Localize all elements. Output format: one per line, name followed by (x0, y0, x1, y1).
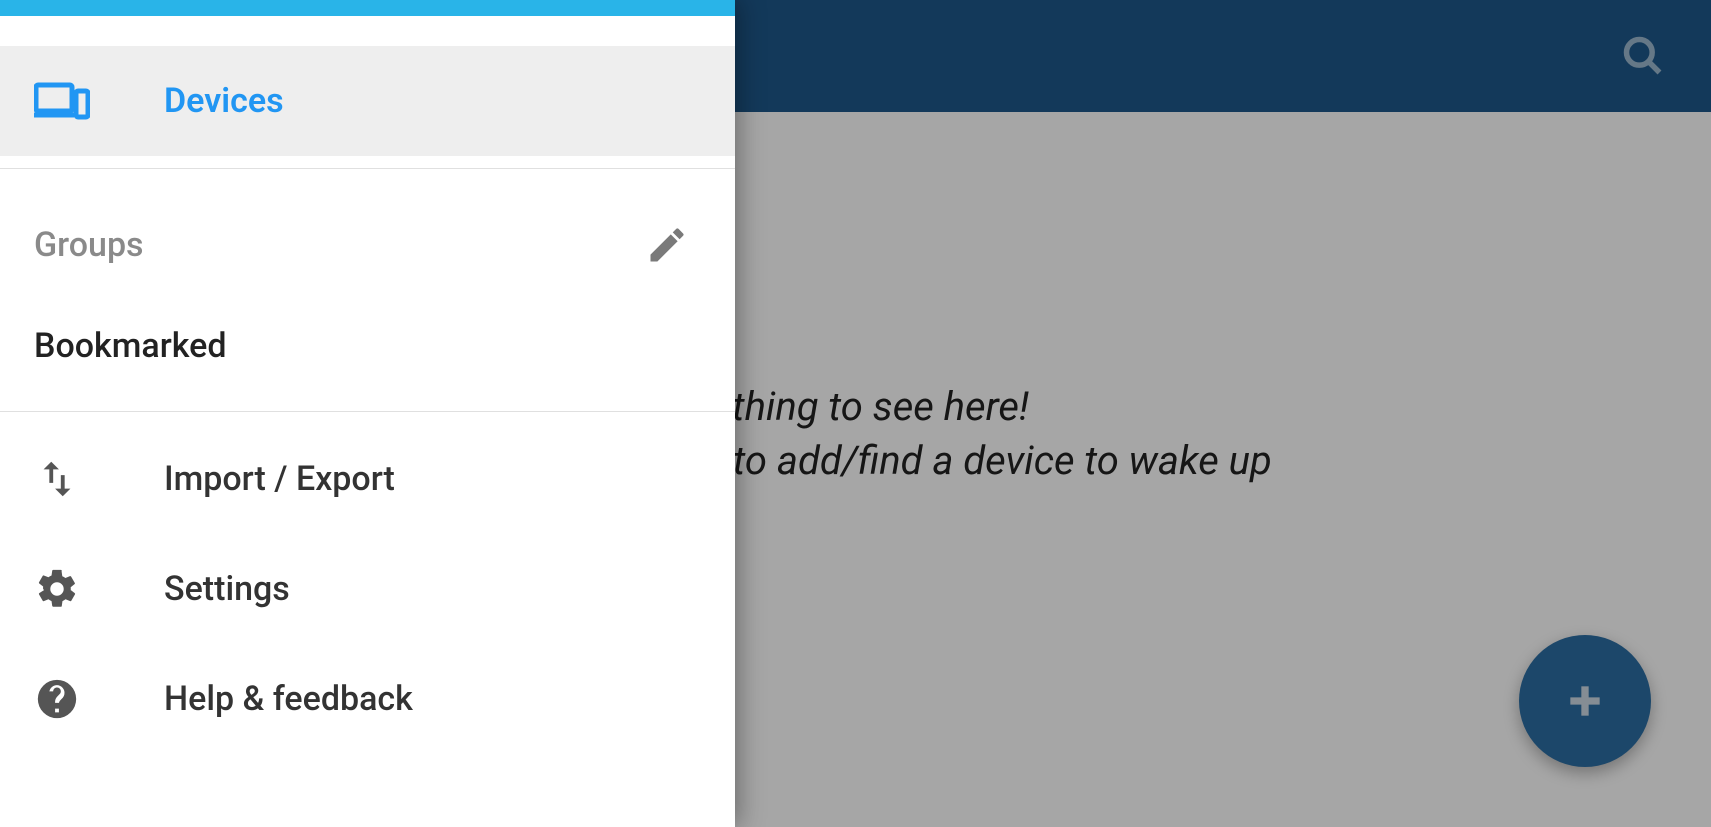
gear-icon (34, 566, 94, 612)
nav-item-settings-label: Settings (164, 569, 290, 609)
pencil-icon (645, 223, 689, 267)
devices-icon (34, 77, 94, 125)
group-item-bookmarked-label: Bookmarked (34, 326, 227, 366)
import-export-icon (34, 456, 94, 502)
nav-item-help-feedback[interactable]: Help & feedback (0, 644, 735, 754)
nav-item-import-export[interactable]: Import / Export (0, 424, 735, 534)
nav-item-settings[interactable]: Settings (0, 534, 735, 644)
nav-item-import-export-label: Import / Export (164, 459, 395, 499)
groups-section-title: Groups (34, 225, 144, 265)
app-root: Nothing to see here! Use the + button to… (0, 0, 1711, 827)
divider (0, 168, 735, 169)
group-item-bookmarked[interactable]: Bookmarked (0, 293, 735, 399)
edit-groups-button[interactable] (639, 217, 695, 273)
divider (0, 411, 735, 412)
help-icon (34, 676, 94, 722)
nav-item-devices-label: Devices (164, 81, 284, 121)
drawer-accent-strip (0, 0, 735, 16)
navigation-drawer: Devices Groups Bookmarked Import / Expor… (0, 0, 735, 827)
nav-item-help-feedback-label: Help & feedback (164, 679, 413, 719)
nav-item-devices[interactable]: Devices (0, 46, 735, 156)
drawer-spacer (0, 16, 735, 46)
groups-section-header: Groups (0, 181, 735, 293)
